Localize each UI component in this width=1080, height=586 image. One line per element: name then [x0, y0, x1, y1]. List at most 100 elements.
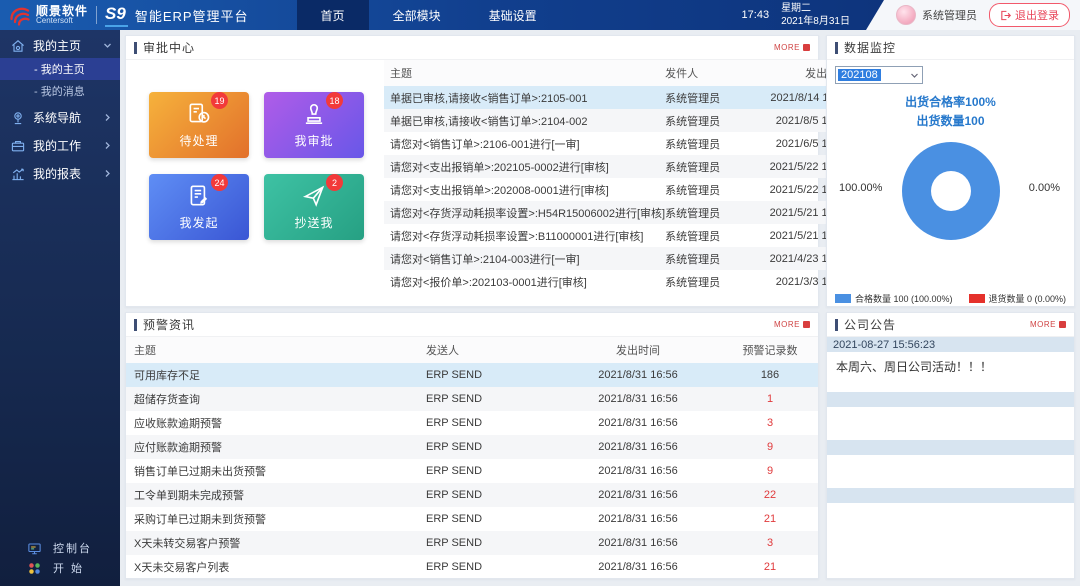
nav-tab-all-modules[interactable]: 全部模块	[369, 0, 465, 30]
approval-table: 主题 发件人 发出时间 单据已审核,请接收<销售订单>:2105-001 系统管…	[384, 60, 872, 306]
tile-my-approvals[interactable]: 18 我审批	[264, 92, 364, 158]
announcement-content[interactable]	[827, 407, 1074, 440]
sidebar-item-label: 我的工作	[33, 139, 82, 153]
approval-tiles: 19 待处理 18 我审批 24 我发起 2 抄送我	[126, 60, 384, 306]
table-row[interactable]: 请您对<存货浮动耗损率设置>:H54R15006002进行[审核] 系统管理员 …	[384, 201, 862, 224]
approval-center-panel: 审批中心 MORE 19 待处理 18 我审批 24 我发起 2 抄送我 主题 …	[125, 35, 872, 307]
map-pin-icon	[14, 111, 22, 124]
cell-count: 9	[766, 441, 774, 453]
chevron-down-icon	[104, 43, 111, 48]
more-icon	[1059, 321, 1066, 328]
sidebar-subitem-my-home[interactable]: - 我的主页	[0, 58, 120, 80]
cell-subject: X天未交易客户列表	[134, 562, 230, 574]
console-button[interactable]: 控制台	[0, 538, 120, 558]
sidebar-item-my-home[interactable]: 我的主页	[0, 33, 120, 58]
tile-pending[interactable]: 19 待处理	[149, 92, 249, 158]
table-row[interactable]: 可用库存不足 ERP SEND 2021/8/31 16:56 186	[126, 363, 818, 387]
start-button[interactable]: 开 始	[0, 558, 120, 578]
cell-sender: 系统管理员	[665, 138, 721, 151]
user-avatar[interactable]	[896, 5, 916, 25]
cell-count: 3	[766, 417, 774, 429]
user-section: 系统管理员 退出登录	[866, 0, 1080, 30]
cell-count: 9	[766, 465, 774, 477]
announcement-list: 2021-08-27 15:56:23 本周六、周日公司活动！！！	[827, 337, 1074, 578]
table-row[interactable]: 请您对<支出报销单>:202105-0002进行[审核] 系统管理员 2021/…	[384, 155, 862, 178]
table-row[interactable]: X天未转交易客户预警 ERP SEND 2021/8/31 16:56 3	[126, 531, 818, 555]
sidebar-item-system-nav[interactable]: 系统导航	[0, 105, 120, 130]
table-row[interactable]: 请您对<销售订单>:2104-003进行[一审] 系统管理员 2021/4/23…	[384, 247, 862, 270]
donut-hole	[930, 171, 971, 212]
announcement-date: 2021-08-27 15:56:23	[827, 337, 1074, 352]
nav-tab-home[interactable]: 首页	[296, 0, 369, 30]
cell-subject: 超储存货查询	[134, 394, 200, 406]
panel-header: 数据监控	[827, 36, 1074, 60]
alert-rows: 可用库存不足 ERP SEND 2021/8/31 16:56 186 超储存货…	[126, 363, 818, 579]
alerts-panel: 预警资讯 MORE 主题 发送人 发出时间 预警记录数 可用库存不足 ERP S…	[125, 312, 819, 579]
cell-time: 2021/8/31 16:56	[598, 369, 678, 381]
donut-chart: 100.00% 0.00%	[827, 134, 1074, 292]
legend-swatch-red	[968, 294, 985, 304]
panel-title: 数据监控	[844, 41, 897, 55]
briefcase-icon	[11, 140, 25, 151]
cell-time: 2021/8/31 16:56	[598, 561, 678, 573]
announcement-content[interactable]	[827, 455, 1074, 488]
nav-tab-basic-settings[interactable]: 基础设置	[465, 0, 561, 30]
table-row[interactable]: 请您对<存货浮动耗损率设置>:B11000001进行[审核] 系统管理员 202…	[384, 224, 861, 247]
table-row[interactable]: 销售订单已过期未出货预警 ERP SEND 2021/8/31 16:56 9	[126, 459, 818, 483]
more-link[interactable]: MORE	[774, 43, 810, 52]
cell-sender: ERP SEND	[426, 513, 483, 525]
logout-button[interactable]: 退出登录	[989, 3, 1070, 27]
sidebar-footer: 控制台 开 始	[0, 538, 120, 578]
panel-title: 审批中心	[143, 41, 196, 55]
table-row[interactable]: 请您对<报价单>:202103-0001进行[审核] 系统管理员 2021/3/…	[384, 270, 861, 293]
cell-time: 2021/8/31 16:56	[598, 513, 678, 525]
header-right: 17:43 星期二 2021年8月31日 系统管理员 退出登录	[742, 0, 1080, 30]
more-icon	[803, 44, 810, 51]
more-label: MORE	[774, 43, 800, 52]
cell-count: 22	[763, 489, 777, 501]
announcements-panel: 公司公告 MORE 2021-08-27 15:56:23 本周六、周日公司活动…	[826, 312, 1075, 579]
table-row[interactable]: 超储存货查询 ERP SEND 2021/8/31 16:56 1	[126, 387, 818, 411]
period-selected-value: 202108	[838, 69, 881, 81]
table-row[interactable]: 应付账款逾期预警 ERP SEND 2021/8/31 16:56 9	[126, 435, 818, 459]
table-row[interactable]: X天未交易客户列表 ERP SEND 2021/8/31 16:56 21	[126, 555, 818, 579]
cell-sender: ERP SEND	[426, 369, 483, 381]
more-link[interactable]: MORE	[774, 320, 810, 329]
period-select[interactable]: 202108	[835, 66, 923, 84]
sidebar-subitem-my-messages[interactable]: - 我的消息	[0, 80, 120, 102]
cell-subject: 销售订单已过期未出货预警	[134, 466, 266, 478]
table-row[interactable]: 应收账款逾期预警 ERP SEND 2021/8/31 16:56 3	[126, 411, 818, 435]
count-badge: 2	[326, 174, 343, 191]
table-row[interactable]: 单据已审核,请接收<销售订单>:2104-002 系统管理员 2021/8/5 …	[384, 109, 862, 132]
tile-cc-to-me[interactable]: 2 抄送我	[264, 174, 364, 240]
col-subject: 主题	[134, 345, 156, 357]
more-link[interactable]: MORE	[1030, 320, 1066, 329]
product-logo-s9: S9	[105, 4, 128, 27]
announcement-content[interactable]	[827, 503, 1074, 578]
table-header-row: 主题 发送人 发出时间 预警记录数	[126, 337, 818, 363]
title-accent-bar	[134, 41, 137, 54]
platform-title: 智能ERP管理平台	[134, 8, 249, 24]
tile-initiated-by-me[interactable]: 24 我发起	[149, 174, 249, 240]
cell-subject: X天未转交易客户预警	[134, 538, 241, 550]
approval-rows: 单据已审核,请接收<销售订单>:2105-001 系统管理员 2021/8/14…	[384, 86, 862, 293]
col-subject: 主题	[390, 68, 412, 80]
more-label: MORE	[774, 320, 800, 329]
title-accent-bar	[835, 318, 838, 331]
table-row[interactable]: 请您对<销售订单>:2106-001进行[一审] 系统管理员 2021/6/5 …	[384, 132, 861, 155]
home-icon	[12, 39, 24, 52]
sidebar-item-my-work[interactable]: 我的工作	[0, 133, 120, 158]
legend-item-returned: 退货数量 0 (0.00%)	[968, 292, 1066, 305]
count-badge: 18	[326, 92, 343, 109]
announcement-content[interactable]: 本周六、周日公司活动！！！	[827, 352, 1074, 392]
cell-subject: 请您对<存货浮动耗损率设置>:H54R15006002进行[审核]	[390, 207, 666, 220]
sidebar-item-my-reports[interactable]: 我的报表	[0, 161, 120, 186]
table-row[interactable]: 单据已审核,请接收<销售订单>:2105-001 系统管理员 2021/8/14…	[384, 86, 862, 109]
table-row[interactable]: 请您对<支出报销单>:202008-0001进行[审核] 系统管理员 2021/…	[384, 178, 861, 201]
cell-subject: 请您对<销售订单>:2104-003进行[一审]	[390, 253, 580, 266]
table-header-row: 主题 发件人 发出时间	[384, 60, 862, 86]
table-row[interactable]: 采购订单已过期未到货预警 ERP SEND 2021/8/31 16:56 21	[126, 507, 818, 531]
col-count: 预警记录数	[742, 345, 798, 357]
cell-subject: 工令单到期未完成预警	[134, 490, 244, 502]
table-row[interactable]: 工令单到期未完成预警 ERP SEND 2021/8/31 16:56 22	[126, 483, 818, 507]
